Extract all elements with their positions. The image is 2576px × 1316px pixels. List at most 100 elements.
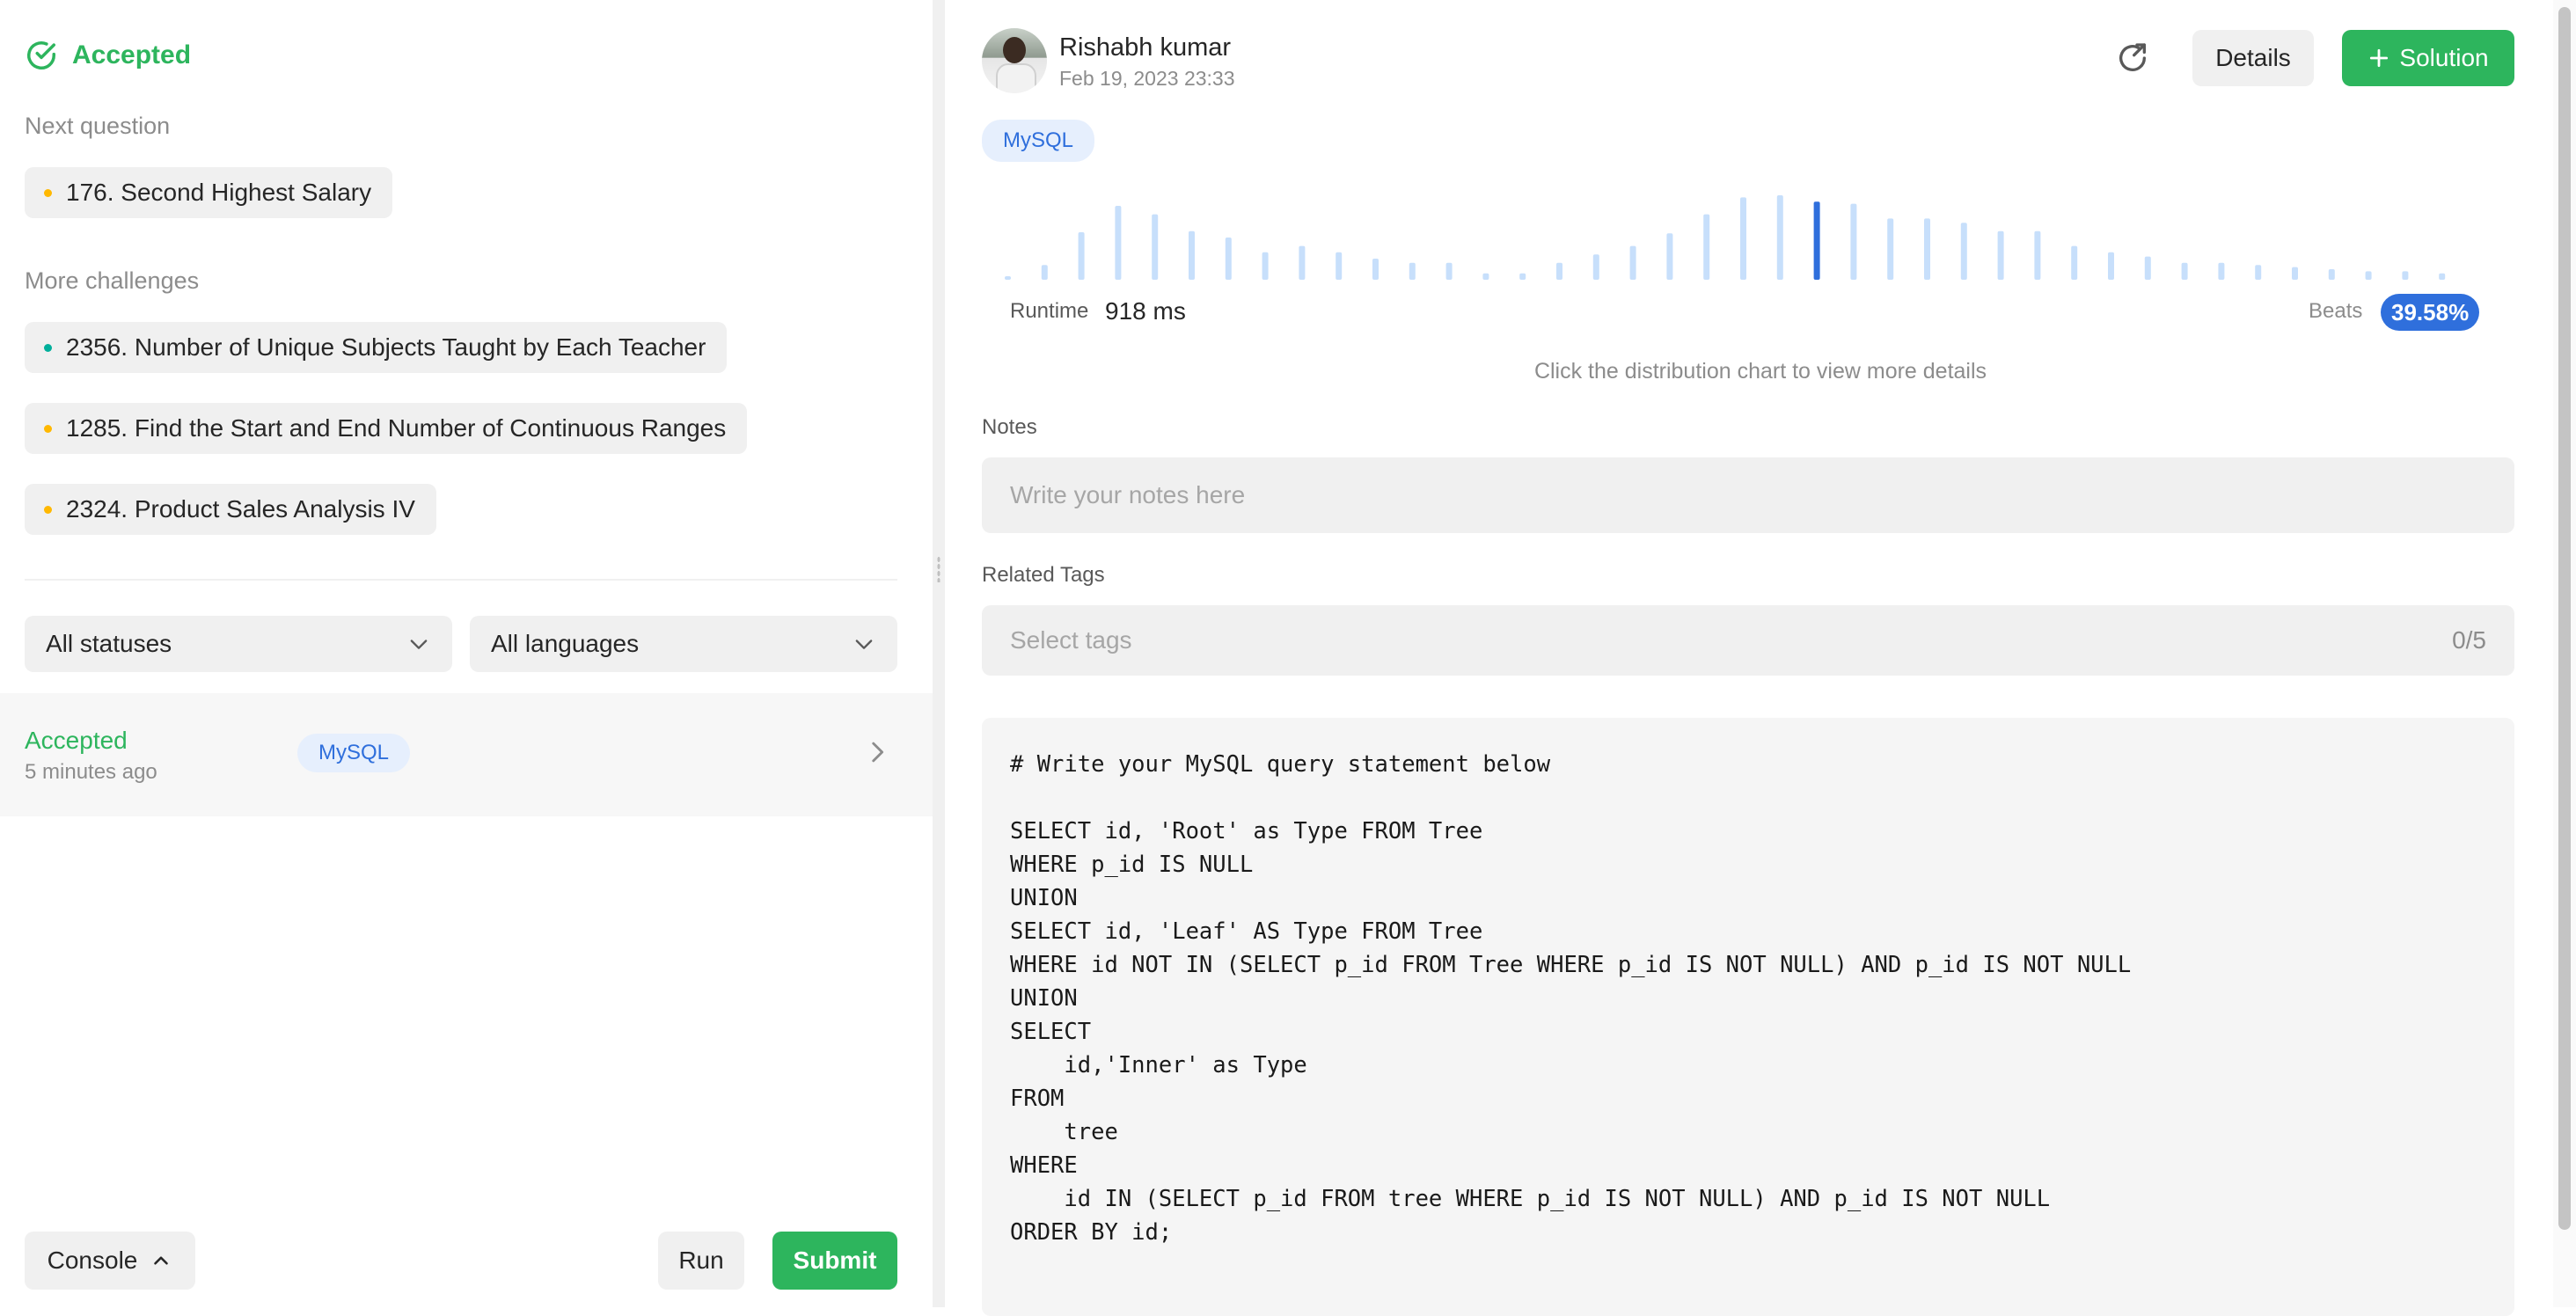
distribution-bar[interactable]	[2181, 262, 2188, 280]
distribution-bar[interactable]	[1115, 206, 1122, 280]
language-filter-select[interactable]: All languages	[470, 616, 897, 672]
right-panel: Rishabh kumar Feb 19, 2023 23:33 Details…	[945, 0, 2576, 1316]
solution-button[interactable]: Solution	[2342, 30, 2514, 86]
left-panel: Accepted Next question 176. Second Highe…	[0, 0, 933, 1307]
code-line: WHERE p_id IS NULL	[1010, 852, 1254, 878]
refresh-icon[interactable]	[2115, 40, 2150, 76]
code-line: id,'Inner' as Type	[1010, 1052, 1307, 1078]
run-button[interactable]: Run	[658, 1232, 744, 1290]
distribution-bar[interactable]	[2144, 256, 2151, 280]
distribution-bar[interactable]	[1997, 230, 2004, 280]
challenge-title: 2356. Number of Unique Subjects Taught b…	[66, 333, 706, 361]
next-question-chip[interactable]: 176. Second Highest Salary	[25, 167, 393, 218]
grip-dots	[937, 556, 940, 582]
distribution-bar[interactable]	[1629, 245, 1636, 280]
code-viewer[interactable]: # Write your MySQL query statement below…	[982, 718, 2514, 1316]
next-question-label: Next question	[25, 113, 171, 139]
chevron-down-icon	[410, 640, 428, 649]
details-button[interactable]: Details	[2192, 30, 2314, 86]
distribution-bar[interactable]	[1556, 262, 1562, 280]
distribution-bar[interactable]	[1262, 252, 1269, 280]
accepted-status: Accepted	[25, 39, 191, 72]
console-button[interactable]: Console	[25, 1232, 195, 1290]
distribution-bar[interactable]	[1078, 232, 1085, 280]
distribution-bar[interactable]	[1666, 233, 1673, 280]
distribution-bar[interactable]	[1189, 230, 1195, 280]
distribution-bar[interactable]	[2108, 252, 2114, 280]
check-circle-icon	[27, 41, 55, 69]
challenge-chip[interactable]: 2356. Number of Unique Subjects Taught b…	[25, 322, 728, 373]
difficulty-dot	[44, 188, 52, 197]
submission-language-badge: MySQL	[297, 734, 411, 772]
submit-button[interactable]: Submit	[772, 1232, 897, 1290]
distribution-bar[interactable]	[1409, 262, 1416, 280]
plus-icon	[2370, 48, 2389, 68]
distribution-bar[interactable]	[2328, 269, 2335, 280]
distribution-bar[interactable]	[1152, 214, 1159, 280]
page-scrollbar[interactable]	[2553, 0, 2576, 1307]
status-filter-value: All statuses	[46, 630, 172, 657]
distribution-bar[interactable]	[2034, 230, 2041, 280]
solution-label: Solution	[2399, 44, 2489, 71]
distribution-bar[interactable]	[1592, 254, 1599, 280]
distribution-bar[interactable]	[1372, 259, 1379, 280]
status-filter-select[interactable]: All statuses	[25, 616, 452, 672]
distribution-bar[interactable]	[1336, 252, 1343, 280]
distribution-bar[interactable]	[2218, 262, 2225, 280]
avatar[interactable]	[982, 28, 1047, 93]
section-divider	[25, 579, 897, 581]
code-line: id IN (SELECT p_id FROM tree WHERE p_id …	[1010, 1186, 2051, 1212]
distribution-bar[interactable]	[2365, 271, 2372, 280]
panel-resize-handle[interactable]	[933, 0, 945, 1307]
tags-placeholder: Select tags	[1010, 626, 1132, 654]
distribution-bar[interactable]	[2255, 265, 2262, 280]
difficulty-dot	[44, 505, 52, 514]
status-text: Accepted	[72, 40, 192, 69]
more-challenges-label: More challenges	[25, 267, 200, 294]
runtime-distribution-chart[interactable]	[980, 185, 2528, 290]
notes-input[interactable]: Write your notes here	[982, 457, 2514, 533]
beats-label: Beats	[2309, 299, 2363, 323]
distribution-bar[interactable]	[1445, 262, 1453, 280]
distribution-bar[interactable]	[1776, 195, 1783, 280]
user-name[interactable]: Rishabh kumar	[1059, 33, 1231, 62]
distribution-bar[interactable]	[2439, 273, 2446, 280]
distribution-bar[interactable]	[1740, 197, 1746, 280]
console-label: Console	[47, 1247, 138, 1274]
distribution-bar[interactable]	[1041, 265, 1048, 280]
distribution-bar[interactable]	[1299, 245, 1306, 280]
distribution-bar[interactable]	[1225, 238, 1232, 280]
code-line: FROM	[1010, 1086, 1065, 1112]
chevron-up-icon	[154, 1256, 169, 1265]
distribution-bar[interactable]	[1850, 203, 1857, 280]
runtime-value: 918 ms	[1105, 297, 1186, 325]
tags-select[interactable]: Select tags 0/5	[982, 605, 2514, 676]
distribution-bar[interactable]	[2071, 245, 2078, 280]
distribution-bar[interactable]	[1703, 214, 1710, 280]
distribution-bar[interactable]	[1960, 223, 1967, 280]
distribution-bar-current[interactable]	[1813, 201, 1820, 280]
distribution-bar[interactable]	[1519, 273, 1526, 280]
distribution-bar[interactable]	[1887, 218, 1894, 280]
submission-date: Feb 19, 2023 23:33	[1059, 67, 1235, 90]
code-line: UNION	[1010, 985, 1078, 1012]
chart-hint: Click the distribution chart to view mor…	[1533, 359, 1987, 384]
submission-status: Accepted	[25, 727, 128, 754]
distribution-bar[interactable]	[2292, 267, 2298, 280]
beats-value: 39.58%	[2381, 294, 2480, 331]
distribution-bar[interactable]	[1924, 218, 1930, 280]
distribution-bar[interactable]	[2402, 271, 2409, 280]
difficulty-dot	[44, 343, 52, 352]
distribution-bar[interactable]	[1482, 273, 1489, 280]
submission-row[interactable]: Accepted 5 minutes ago MySQL	[0, 693, 933, 816]
challenge-chip[interactable]: 1285. Find the Start and End Number of C…	[25, 403, 748, 454]
difficulty-dot	[44, 424, 52, 433]
scrollbar-thumb[interactable]	[2558, 7, 2571, 1230]
distribution-bar[interactable]	[1005, 276, 1011, 280]
challenge-chip[interactable]: 2324. Product Sales Analysis IV	[25, 484, 436, 535]
code-line: SELECT id, 'Leaf' AS Type FROM Tree	[1010, 918, 1483, 945]
code-line: ORDER BY id;	[1010, 1219, 1173, 1246]
code-line: WHERE	[1010, 1152, 1078, 1179]
submission-time: 5 minutes ago	[25, 760, 157, 784]
